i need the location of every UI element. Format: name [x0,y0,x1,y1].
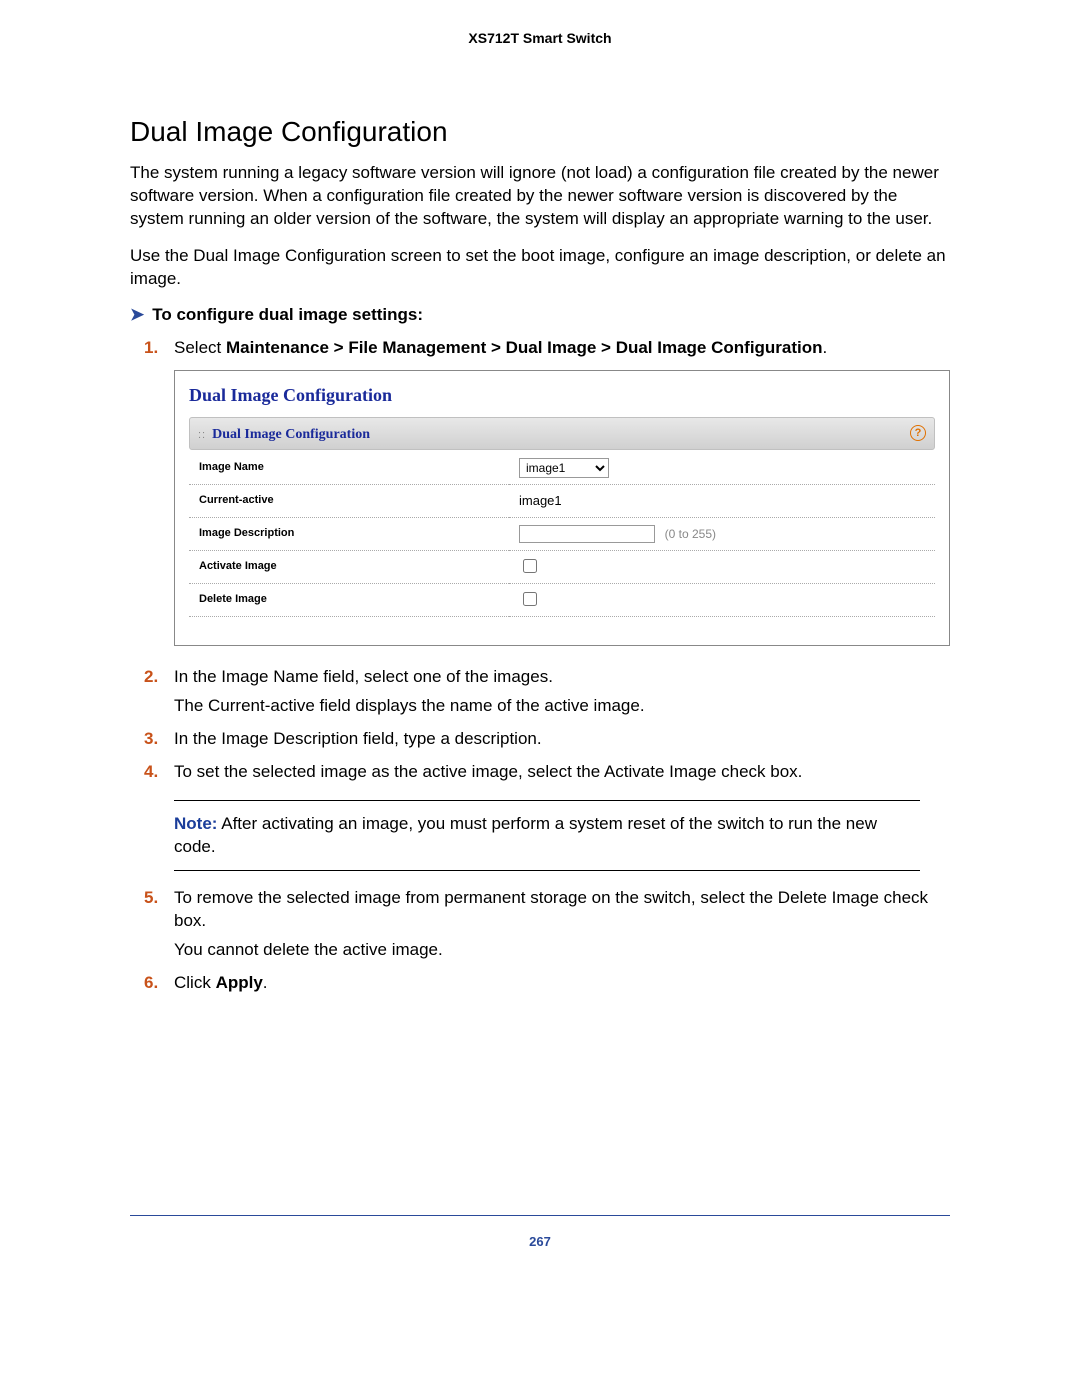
delete-image-checkbox[interactable] [523,592,537,606]
step-2-text: In the Image Name field, select one of t… [174,667,553,686]
step-number: 3. [144,728,158,751]
current-active-label: Current-active [189,484,509,517]
current-active-value: image1 [509,484,935,517]
step-number: 4. [144,761,158,784]
step-1-path: Maintenance > File Management > Dual Ima… [226,338,823,357]
image-description-label: Image Description [189,517,509,550]
step-3: 3. In the Image Description field, type … [174,728,950,751]
note-label: Note: [174,814,217,833]
help-icon[interactable]: ? [910,425,926,441]
step-2: 2. In the Image Name field, select one o… [174,666,950,718]
image-description-hint: (0 to 255) [665,527,716,541]
activate-image-checkbox[interactable] [523,559,537,573]
panel-header-bar: ::Dual Image Configuration ? [189,417,935,450]
step-6: 6. Click Apply. [174,972,950,995]
step-number: 2. [144,666,158,689]
step-4-text: To set the selected image as the active … [174,762,802,781]
drag-dots-icon: :: [198,429,206,441]
step-6-suffix: . [263,973,268,992]
step-5-text: To remove the selected image from perman… [174,888,928,930]
config-panel-screenshot: Dual Image Configuration ::Dual Image Co… [174,370,950,646]
step-5: 5. To remove the selected image from per… [174,887,950,962]
step-2-sub: The Current-active field displays the na… [174,695,950,718]
panel-bar-title: Dual Image Configuration [212,427,370,442]
step-3-text: In the Image Description field, type a d… [174,729,542,748]
step-1-prefix: Select [174,338,226,357]
page-number: 267 [130,1234,950,1249]
step-number: 6. [144,972,158,995]
image-name-label: Image Name [189,452,509,485]
note-text: After activating an image, you must perf… [174,814,877,856]
section-heading: Dual Image Configuration [130,116,950,148]
footer-divider [130,1215,950,1216]
step-number: 5. [144,887,158,910]
step-6-bold: Apply [216,973,263,992]
intro-para-1: The system running a legacy software ver… [130,162,950,231]
task-heading-text: To configure dual image settings: [152,305,423,324]
image-description-input[interactable] [519,525,655,543]
step-5-sub: You cannot delete the active image. [174,939,950,962]
activate-image-label: Activate Image [189,550,509,583]
step-1: 1. Select Maintenance > File Management … [174,337,950,646]
image-name-select[interactable]: image1 [519,458,609,478]
step-6-prefix: Click [174,973,216,992]
delete-image-label: Delete Image [189,583,509,616]
step-1-suffix: . [823,338,828,357]
product-header: XS712T Smart Switch [130,30,950,46]
chevron-right-icon: ➤ [130,305,144,324]
note-block: Note: After activating an image, you mus… [174,800,920,872]
panel-title: Dual Image Configuration [189,383,935,407]
step-number: 1. [144,337,158,360]
intro-para-2: Use the Dual Image Configuration screen … [130,245,950,291]
task-heading: ➤ To configure dual image settings: [130,305,950,325]
config-form-table: Image Name image1 Current-active image1 … [189,452,935,617]
step-4: 4. To set the selected image as the acti… [174,761,950,872]
